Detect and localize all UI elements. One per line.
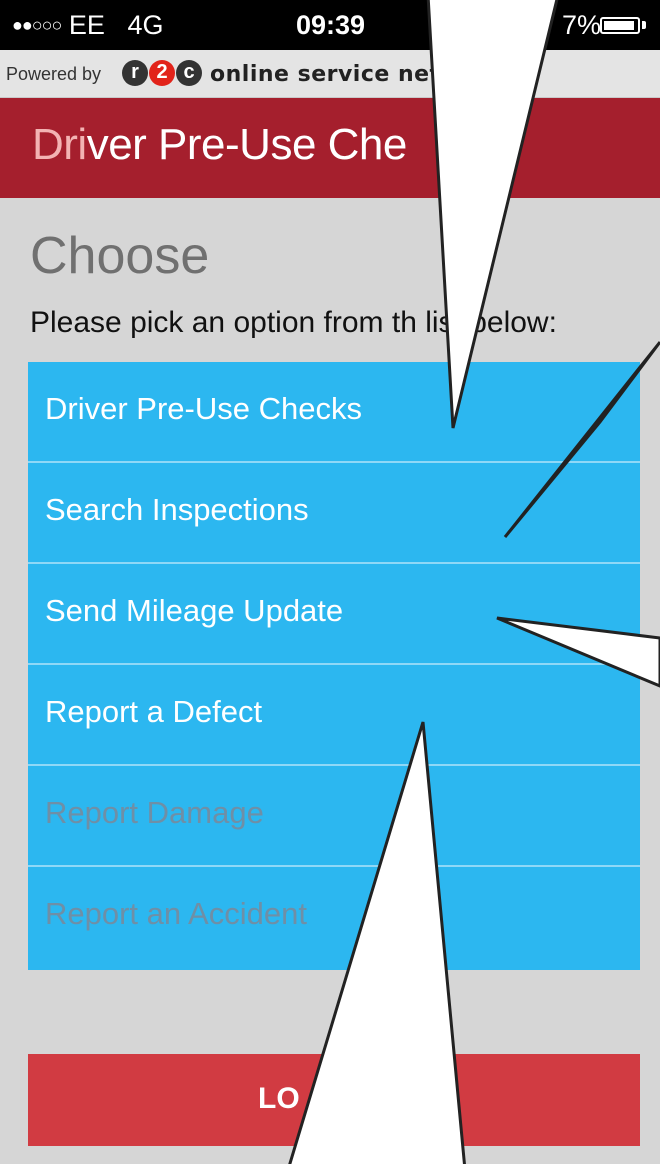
logo-letter: r [122, 60, 148, 86]
menu-item-label: Report Damage [45, 795, 264, 830]
menu-item-send-mileage-update[interactable]: Send Mileage Update [28, 564, 640, 665]
app-title: Driver Pre-Use Che [32, 120, 407, 170]
battery-icon [600, 17, 640, 34]
carrier-name: EE [68, 10, 105, 40]
page-instructions: Please pick an option from th list below… [30, 306, 557, 339]
powered-by-bar: Powered by r2c online service net [0, 50, 660, 98]
menu-item-label: Report an Accident [45, 896, 307, 931]
status-bar: ●●○○○ EE 4G 09:39 7% [0, 0, 660, 50]
r2c-logo: r2c [122, 60, 203, 88]
menu-item-label: Report a Defect [45, 694, 263, 729]
page-title: Choose [30, 227, 210, 285]
powered-by-brand: online service net [210, 62, 441, 87]
menu-item-driver-pre-use-checks[interactable]: Driver Pre-Use Checks [28, 362, 640, 463]
powered-by-label: Powered by [6, 64, 102, 84]
battery-percentage: 7% [562, 10, 602, 40]
signal-strength-icon: ●●○○○ [12, 15, 62, 35]
app-title-accent: Dri [32, 120, 87, 169]
menu-item-report-an-accident: Report an Accident [28, 867, 640, 970]
app-header: Driver Pre-Use Che [0, 98, 660, 198]
menu-item-report-damage: Report Damage [28, 766, 640, 867]
battery-tip [642, 21, 646, 29]
menu-item-label: Driver Pre-Use Checks [45, 391, 362, 426]
options-menu: Driver Pre-Use Checks Search Inspections… [28, 362, 640, 970]
logo-letter: 2 [149, 60, 175, 86]
menu-item-report-a-defect[interactable]: Report a Defect [28, 665, 640, 766]
menu-item-label: Search Inspections [45, 492, 309, 527]
logo-letter: c [176, 60, 202, 86]
logout-button-label: LO [258, 1082, 300, 1115]
menu-item-search-inspections[interactable]: Search Inspections [28, 463, 640, 564]
clock: 09:39 [296, 10, 366, 40]
menu-item-label: Send Mileage Update [45, 593, 344, 628]
logout-button[interactable]: LO [28, 1054, 640, 1146]
network-type: 4G [127, 10, 164, 40]
app-title-rest: ver Pre-Use Che [86, 120, 408, 169]
carrier-info: ●●○○○ EE 4G [12, 10, 163, 41]
